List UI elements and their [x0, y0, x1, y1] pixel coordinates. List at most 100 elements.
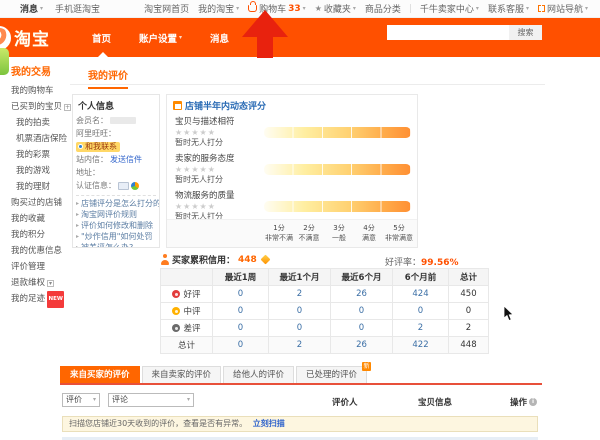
- expand-plus-icon[interactable]: +: [64, 103, 72, 111]
- comment-type-select[interactable]: 评论 ▾: [108, 393, 194, 407]
- help-link-bad-review[interactable]: ▸ 被差评怎么办?: [73, 242, 159, 247]
- tab-my-reviews[interactable]: 我的评价: [88, 67, 128, 89]
- buyer-icon: [160, 254, 169, 265]
- mobile-taobao-link[interactable]: 手机逛淘宝: [55, 2, 100, 15]
- cell-value[interactable]: 0: [212, 302, 269, 320]
- help-link-how-scores-work[interactable]: ▸ 店铺评分是怎么打分的...: [73, 198, 159, 209]
- sidebar-item-review-management[interactable]: 评价管理: [11, 259, 71, 275]
- seller-center-link[interactable]: 千牛卖家中心 ▾: [420, 2, 479, 15]
- cell-value[interactable]: 2: [268, 336, 331, 354]
- cell-total: 0: [448, 302, 489, 320]
- negative-flower-icon: [172, 324, 181, 332]
- score-gradient-bar: [264, 127, 411, 138]
- messages-link[interactable]: 消息 ▾: [20, 2, 43, 15]
- sidebar-item-coupons[interactable]: 我的优惠信息: [11, 243, 71, 259]
- sidebar-item-flight-hotel[interactable]: 机票酒店保险: [11, 131, 71, 147]
- cell-value[interactable]: 0: [392, 302, 449, 320]
- cell-value[interactable]: 0: [268, 302, 331, 320]
- favorites-link[interactable]: ★ 收藏夹 ▾: [315, 2, 356, 15]
- sidebar-item-cart[interactable]: 我的购物车: [11, 83, 71, 99]
- wangwang-contact-button[interactable]: 和我联系: [76, 141, 120, 152]
- sidebar-item-refund-rights[interactable]: 退款维权 ▾: [11, 275, 71, 291]
- contact-service-link[interactable]: 联系客服 ▾: [488, 2, 529, 15]
- help-link-credit-fraud[interactable]: ▸ "炒作信用"如何处罚: [73, 231, 159, 242]
- mouse-cursor: [503, 305, 515, 326]
- reviews-tabs: 来自买家的评价 来自卖家的评价 给他人的评价 已处理的评价 新: [60, 362, 542, 383]
- nav-messages-tab[interactable]: 消息: [210, 31, 229, 45]
- scale-2: 2分 不满意: [298, 224, 320, 243]
- cell-value[interactable]: 0: [212, 319, 269, 337]
- cell-value[interactable]: 0: [330, 302, 393, 320]
- comment-type-value: 评论: [112, 395, 128, 404]
- arrow-shaft: [257, 37, 273, 58]
- cell-value[interactable]: 0: [268, 319, 331, 337]
- cell-value[interactable]: 26: [330, 336, 393, 354]
- cell-value[interactable]: 26: [330, 285, 393, 303]
- table-row-total: 总计 0 2 26 422 448: [160, 336, 489, 354]
- search-input[interactable]: [387, 25, 509, 40]
- scores-panel-title: 店铺半年内动态评分: [185, 102, 267, 112]
- tab-reviews-from-buyers[interactable]: 来自买家的评价: [60, 366, 140, 383]
- tab-reviews-to-others[interactable]: 给他人的评价: [223, 366, 295, 383]
- expand-down-icon[interactable]: ▾: [47, 279, 55, 287]
- divider: [76, 195, 156, 196]
- nav-home-tab[interactable]: 首页: [92, 31, 111, 45]
- arrow-right-icon: ▸: [76, 200, 80, 207]
- sidebar-item-finance[interactable]: 我的理财: [11, 179, 71, 195]
- my-taobao-link[interactable]: 我的淘宝 ▾: [198, 2, 239, 15]
- caret-down-icon: ▾: [302, 5, 306, 12]
- send-mail-link[interactable]: 发送信件: [110, 154, 142, 165]
- scale-5: 5分 非常满意: [385, 224, 413, 243]
- taobao-logo[interactable]: 淘宝: [0, 25, 50, 50]
- sidebar-item-purchased[interactable]: 已买到的宝贝 +: [11, 99, 72, 115]
- cell-value[interactable]: 2: [392, 319, 449, 337]
- info-icon[interactable]: i: [529, 398, 538, 406]
- nav-account-settings-tab[interactable]: 账户设置 ▾: [139, 31, 182, 45]
- help-link-label: 店铺评分是怎么打分的...: [81, 199, 159, 208]
- cell-value[interactable]: 0: [212, 285, 269, 303]
- personal-info-panel: 个人信息 会员名： 阿里旺旺： 和我联系 站内信： 发送信件 地址： 认证信息：: [72, 94, 160, 248]
- search-button[interactable]: 搜索: [509, 25, 542, 40]
- score-row-service: 卖家的服务态度 ★★★★★ 暂时无人打分: [167, 151, 417, 188]
- cell-value[interactable]: 2: [268, 285, 331, 303]
- active-tab-notch: [98, 52, 108, 57]
- sidebar-item-auction[interactable]: 我的拍卖: [11, 115, 71, 131]
- cell-value[interactable]: 0: [330, 319, 393, 337]
- column-reviewer: 评价人: [332, 398, 358, 408]
- calendar-icon: [173, 101, 182, 110]
- cell-value[interactable]: 424: [392, 285, 449, 303]
- sidebar-item-lottery[interactable]: 我的彩票: [11, 147, 71, 163]
- sidebar-item-favorites[interactable]: 我的收藏: [11, 211, 71, 227]
- buyer-credit-score: 448: [238, 254, 257, 265]
- sidebar-item-footprints[interactable]: 我的足迹 NEW: [11, 290, 71, 308]
- help-link-edit-delete[interactable]: ▸ 评价如何修改和删除: [73, 220, 159, 231]
- caret-down-icon: ▾: [236, 5, 240, 12]
- caret-down-icon: ▾: [352, 5, 356, 12]
- feedback-side-tab[interactable]: [0, 48, 9, 75]
- help-link-review-rules[interactable]: ▸ 淘宝网评价规则: [73, 209, 159, 220]
- sidebar-item-games[interactable]: 我的游戏: [11, 163, 71, 179]
- site-nav-link[interactable]: 网站导航 ▾: [537, 2, 588, 15]
- positive-flower-icon: [172, 290, 181, 298]
- sidebar: 我的交易 我的购物车 已买到的宝贝 + 我的拍卖 机票酒店保险 我的彩票 我的游…: [11, 63, 72, 308]
- arrow-head: [242, 10, 288, 37]
- member-name-label: 会员名：: [76, 116, 108, 125]
- scale-1: 1分 非常不满: [265, 224, 293, 243]
- categories-link[interactable]: 商品分类: [365, 2, 401, 15]
- sidebar-item-shops-bought[interactable]: 购买过的店铺: [11, 195, 71, 211]
- score-gradient-bar: [264, 164, 411, 175]
- taobao-home-link[interactable]: 淘宝网首页: [144, 2, 189, 15]
- table-row-negative: 差评 0 0 0 2 2: [160, 319, 489, 337]
- favorites-label: 收藏夹: [323, 5, 351, 15]
- review-type-select[interactable]: 评价 ▾: [62, 393, 100, 407]
- tab-reviews-from-sellers[interactable]: 来自卖家的评价: [141, 366, 222, 383]
- scale-3: 3分 一般: [332, 224, 346, 243]
- tab-processed-reviews[interactable]: 已处理的评价 新: [296, 362, 372, 383]
- taobao-my-reviews-page: 消息 ▾ 手机逛淘宝 淘宝网首页 我的淘宝 ▾ 购物车 33 ▾ ★ 收藏夹 ▾…: [0, 0, 600, 440]
- cell-value[interactable]: 0: [212, 336, 269, 354]
- reviews-filter-row: 评价 ▾ 评论 ▾ 评价人 宝贝信息 操作 i: [60, 385, 542, 413]
- scan-now-link[interactable]: 立刻扫描: [253, 419, 285, 428]
- sidebar-item-points[interactable]: 我的积分: [11, 227, 71, 243]
- top-utility-bar: 消息 ▾ 手机逛淘宝 淘宝网首页 我的淘宝 ▾ 购物车 33 ▾ ★ 收藏夹 ▾…: [0, 0, 600, 18]
- cell-value[interactable]: 422: [392, 336, 449, 354]
